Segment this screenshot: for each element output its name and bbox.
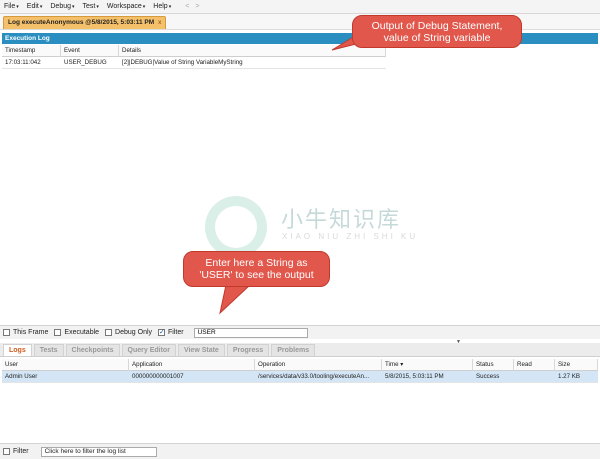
column-header-event[interactable]: Event bbox=[61, 44, 119, 57]
tab-tests[interactable]: Tests bbox=[33, 344, 64, 356]
menu-edit[interactable]: Edit▾ bbox=[27, 3, 43, 10]
checkbox-icon bbox=[3, 329, 10, 336]
cell-user: Admin User bbox=[5, 373, 38, 380]
watermark-chinese-text: 小牛知识库 bbox=[281, 207, 402, 232]
column-header-time[interactable]: Time ▾ bbox=[382, 358, 473, 371]
tab-query-editor[interactable]: Query Editor bbox=[121, 344, 176, 356]
checkbox-icon bbox=[105, 329, 113, 336]
chevron-down-icon: ▾ bbox=[72, 4, 75, 10]
cell-application: 000000000001007 bbox=[132, 373, 184, 380]
execution-log-table: Timestamp Event Details 17:03:11:042 USE… bbox=[2, 44, 386, 69]
column-header-details[interactable]: Details bbox=[119, 44, 386, 57]
menu-file-label: File bbox=[4, 3, 16, 10]
menu-workspace[interactable]: Workspace▾ bbox=[107, 3, 145, 10]
tab-checkpoints[interactable]: Checkpoints bbox=[65, 344, 120, 356]
column-header-application[interactable]: Application bbox=[129, 358, 255, 371]
this-frame-label: This Frame bbox=[13, 329, 49, 336]
filter-label: Filter bbox=[168, 329, 184, 336]
column-header-size[interactable]: Size bbox=[555, 358, 598, 371]
bottom-panel-tabs: Logs Tests Checkpoints Query Editor View… bbox=[0, 343, 600, 357]
debug-only-checkbox[interactable]: Debug Only bbox=[105, 329, 152, 336]
filter-checkbox[interactable]: ✓ Filter bbox=[158, 329, 184, 336]
menu-debug-label: Debug bbox=[50, 3, 72, 10]
column-header-operation[interactable]: Operation bbox=[255, 358, 382, 371]
chevron-down-icon: ▾ bbox=[39, 4, 43, 10]
executable-label: Executable bbox=[64, 329, 100, 336]
table-row[interactable]: Admin User 000000000001007 /services/dat… bbox=[2, 371, 598, 383]
menu-test-label: Test bbox=[82, 3, 96, 10]
logs-table: User Application Operation Time ▾ Status… bbox=[2, 358, 598, 383]
tab-logs[interactable]: Logs bbox=[3, 344, 32, 356]
menu-help-label: Help bbox=[153, 3, 168, 10]
column-header-user[interactable]: User bbox=[2, 358, 129, 371]
checkbox-icon bbox=[54, 329, 62, 336]
cell-status: Success bbox=[476, 373, 500, 380]
menu-bar: File▾ Edit▾ Debug▾ Test▾ Workspace▾ Help… bbox=[0, 0, 600, 14]
column-header-status[interactable]: Status bbox=[473, 358, 514, 371]
callout-line: Enter here a String as bbox=[205, 257, 308, 269]
callout-debug-output: Output of Debug Statement, value of Stri… bbox=[352, 15, 522, 48]
chevron-down-icon: ▾ bbox=[142, 4, 146, 10]
tab-log-execute-anonymous[interactable]: Log executeAnonymous @5/8/2015, 5:03:11 … bbox=[3, 16, 167, 29]
checkbox-icon bbox=[3, 448, 10, 455]
forward-icon[interactable]: > bbox=[195, 3, 199, 10]
tab-problems[interactable]: Problems bbox=[271, 344, 316, 356]
menu-debug[interactable]: Debug▾ bbox=[50, 3, 74, 10]
column-header-read[interactable]: Read bbox=[514, 358, 555, 371]
chevron-down-icon: ▾ bbox=[16, 4, 19, 10]
column-header-timestamp[interactable]: Timestamp bbox=[2, 44, 61, 57]
back-icon[interactable]: < bbox=[185, 3, 189, 10]
debug-only-label: Debug Only bbox=[115, 329, 153, 336]
callout-line: value of String variable bbox=[383, 32, 491, 44]
sort-descending-icon: ▾ bbox=[400, 360, 404, 368]
watermark-pinyin-text: XIAO NIU ZHI SHI KU bbox=[282, 232, 419, 241]
filter-input[interactable] bbox=[193, 327, 308, 338]
checkmark-icon: ✓ bbox=[158, 329, 166, 336]
cell-details: [2]|DEBUG|Value of String VariableMyStri… bbox=[122, 59, 243, 66]
chevron-down-icon: ▾ bbox=[168, 4, 172, 10]
watermark: 小牛知识库 XIAO NIU ZHI SHI KU bbox=[205, 196, 415, 258]
tab-progress[interactable]: Progress bbox=[226, 344, 270, 356]
tab-title: Log executeAnonymous @5/8/2015, 5:03:11 … bbox=[8, 19, 155, 26]
menu-edit-label: Edit bbox=[26, 3, 39, 10]
callout-enter-string: Enter here a String as 'USER' to see the… bbox=[183, 251, 330, 287]
menu-help[interactable]: Help▾ bbox=[153, 3, 171, 10]
close-icon[interactable]: x bbox=[158, 19, 161, 26]
table-header-row: Timestamp Event Details bbox=[2, 44, 386, 57]
callout-bottom-pointer bbox=[219, 284, 252, 315]
menu-test[interactable]: Test▾ bbox=[83, 3, 99, 10]
callout-line: Output of Debug Statement, bbox=[371, 20, 503, 32]
chevron-down-icon: ▾ bbox=[96, 4, 99, 10]
menu-file[interactable]: File▾ bbox=[4, 3, 19, 10]
cell-operation: /services/data/v33.0/tooling/executeAn..… bbox=[258, 373, 370, 380]
log-list-filter-input[interactable] bbox=[40, 446, 157, 457]
column-header-time-label: Time bbox=[385, 360, 399, 368]
executable-checkbox[interactable]: Executable bbox=[54, 329, 99, 336]
callout-line: 'USER' to see the output bbox=[199, 269, 314, 281]
watermark-logo-icon bbox=[205, 196, 267, 258]
execution-filter-bar: This Frame Executable Debug Only ✓ Filter bbox=[0, 325, 600, 339]
log-filter-label: Filter bbox=[13, 448, 29, 455]
cell-event: USER_DEBUG bbox=[64, 59, 107, 66]
log-filter-checkbox[interactable]: Filter bbox=[3, 448, 29, 455]
table-header-row: User Application Operation Time ▾ Status… bbox=[2, 358, 598, 371]
table-row[interactable]: 17:03:11:042 USER_DEBUG [2]|DEBUG|Value … bbox=[2, 57, 386, 69]
this-frame-checkbox[interactable]: This Frame bbox=[3, 329, 48, 336]
cell-timestamp: 17:03:11:042 bbox=[5, 59, 41, 66]
log-list-filter-bar: Filter bbox=[0, 443, 600, 459]
tab-view-state[interactable]: View State bbox=[177, 344, 225, 356]
cell-time: 5/8/2015, 5:03:11 PM bbox=[385, 373, 444, 380]
cell-size: 1.27 KB bbox=[558, 373, 581, 380]
menu-workspace-label: Workspace bbox=[106, 3, 142, 10]
